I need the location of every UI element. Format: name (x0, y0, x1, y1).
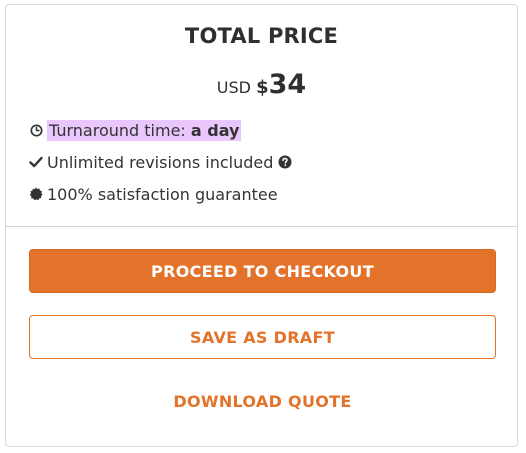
turnaround-highlight: Turnaround time: a day (47, 119, 242, 141)
guarantee-label: 100% satisfaction guarantee (47, 184, 278, 204)
save-as-draft-button[interactable]: SAVE AS DRAFT (29, 315, 496, 359)
price-summary-card: TOTAL PRICE USD $34 Turnaround time: a d… (5, 4, 518, 447)
turnaround-value: a day (190, 120, 240, 140)
turnaround-label: Turnaround time: (49, 120, 191, 140)
download-quote-link[interactable]: DOWNLOAD QUOTE (29, 385, 496, 417)
total-price: USD $34 (6, 69, 517, 100)
question-circle-icon[interactable] (278, 155, 292, 169)
proceed-to-checkout-button[interactable]: PROCEED TO CHECKOUT (29, 249, 496, 293)
checkmark-icon (29, 155, 43, 169)
feature-revisions: Unlimited revisions included (29, 151, 292, 173)
feature-guarantee: 100% satisfaction guarantee (29, 183, 278, 205)
feature-turnaround: Turnaround time: a day (29, 119, 242, 141)
badge-seal-icon (29, 187, 43, 201)
price-currency: USD (216, 78, 251, 97)
card-title: TOTAL PRICE (184, 24, 339, 48)
revisions-label: Unlimited revisions included (47, 152, 274, 172)
divider (6, 226, 517, 227)
clock-icon (29, 123, 43, 137)
price-amount: 34 (268, 69, 307, 100)
price-symbol: $ (256, 77, 269, 98)
